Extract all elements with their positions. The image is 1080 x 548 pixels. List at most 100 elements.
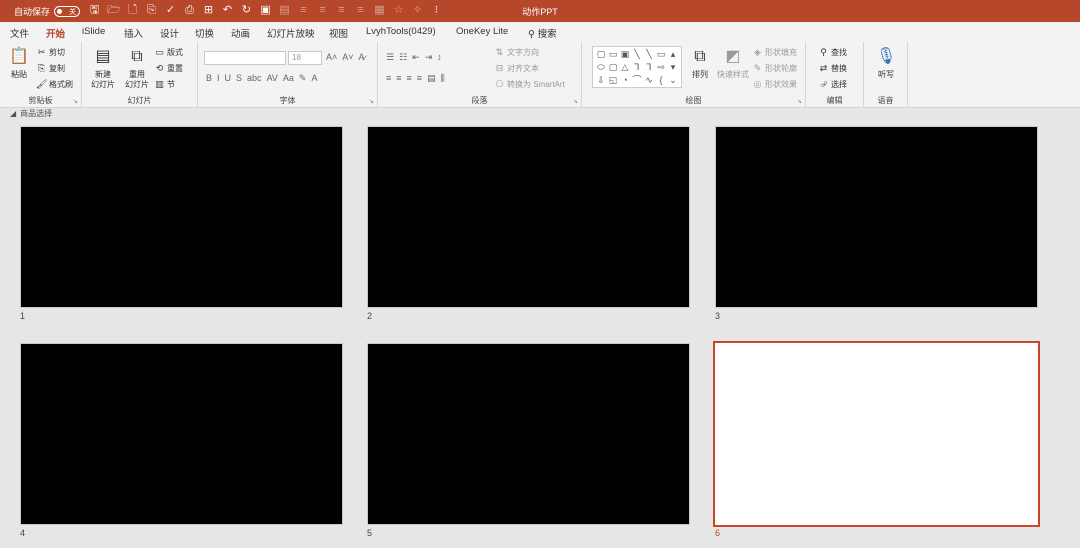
dialog-launcher-icon[interactable]: ↘ (573, 98, 578, 105)
slide-thumbnail-6[interactable] (713, 341, 1040, 527)
paste-button[interactable]: 📋 粘贴 (6, 46, 32, 80)
tab-view[interactable]: 视图 (329, 26, 348, 40)
slide-thumbnail-4[interactable] (20, 343, 343, 525)
dialog-launcher-icon[interactable]: ↘ (73, 98, 78, 105)
new-slide-button[interactable]: ▤ 新建 幻灯片 (88, 46, 118, 90)
line-icon[interactable]: ╲ (643, 48, 655, 61)
bold-button[interactable]: B (206, 73, 212, 84)
layout-icon[interactable]: ▤ (278, 3, 291, 18)
connector-icon[interactable]: ⅂ (631, 61, 643, 74)
slide-thumbnail-3[interactable] (715, 126, 1038, 308)
line-icon[interactable]: ╲ (631, 48, 643, 61)
autosave-toggle[interactable]: 关 (54, 6, 81, 17)
shape-outline-button[interactable]: ✎ 形状轮廓 (752, 63, 797, 74)
font-color-icon[interactable]: A (311, 73, 317, 84)
tab-insert[interactable]: 插入 (124, 26, 143, 40)
brace-icon[interactable]: { (655, 74, 667, 87)
align-text-button[interactable]: ⊟ 对齐文本 (494, 63, 539, 74)
columns-icon[interactable]: ⫼ (441, 73, 445, 84)
distributed-icon[interactable]: ▤ (427, 73, 436, 84)
undo-icon[interactable]: ↶ (221, 3, 234, 18)
tab-onekey[interactable]: OneKey Lite (456, 26, 508, 37)
section-header[interactable]: ◢ 商品选择 (10, 108, 52, 119)
arrow-down-icon[interactable]: ⇩ (595, 74, 607, 87)
highlight-icon[interactable]: ✎ (299, 73, 307, 84)
search-box[interactable]: ⚲ 搜索 (528, 26, 557, 40)
numbering-icon[interactable]: ☷ (399, 52, 407, 63)
align-left-icon[interactable]: ≡ (386, 73, 391, 84)
smartart-button[interactable]: ⎔ 转换为 SmartArt (494, 79, 565, 90)
replace-button[interactable]: ⇄ 替换 (818, 63, 847, 74)
font-family-input[interactable] (204, 51, 286, 65)
tab-transitions[interactable]: 切换 (195, 26, 214, 40)
change-case-button[interactable]: Aa (283, 73, 294, 84)
grow-font-icon[interactable]: A˄ (326, 52, 337, 62)
format-icon[interactable]: ⎘ (145, 3, 158, 18)
justify-icon[interactable]: ≡ (417, 73, 422, 84)
arrange-button[interactable]: ⧉ 排列 (686, 46, 714, 80)
increase-indent-icon[interactable]: ⇥ (425, 52, 433, 63)
quick-styles-button[interactable]: ◩ 快速样式 (716, 46, 750, 80)
align-center-icon[interactable]: ≡ (316, 3, 329, 18)
tab-islide[interactable]: iSlide (82, 26, 105, 37)
shapes-gallery[interactable]: ▢ ▭ ▣ ╲ ╲ ▭ ▴ ⬭ ▢ △ ⅂ ⅂ ⇨ ▾ ⇩ ◱ ◔ ⌒ ∿ { … (592, 46, 682, 88)
text-direction-button[interactable]: ⇅ 文字方向 (494, 47, 539, 58)
dialog-launcher-icon[interactable]: ↘ (369, 98, 374, 105)
copy-button[interactable]: ⎘ 复制 (36, 63, 65, 74)
shadow-button[interactable]: S (236, 73, 242, 84)
dictate-button[interactable]: 🎙 听写 (872, 46, 900, 80)
more-shapes-icon[interactable]: ⌄ (667, 74, 679, 87)
align-center-icon[interactable]: ≡ (396, 73, 401, 84)
reset-button[interactable]: ⟲ 重置 (154, 63, 183, 74)
tab-animations[interactable]: 动画 (231, 26, 250, 40)
open-icon[interactable]: 🗁 (107, 3, 121, 18)
line-spacing-icon[interactable]: ↕ (437, 52, 442, 63)
italic-button[interactable]: I (217, 73, 220, 84)
underline-button[interactable]: U (225, 73, 232, 84)
tab-file[interactable]: 文件 (10, 26, 29, 40)
reuse-slides-button[interactable]: ⧉ 重用 幻灯片 (122, 46, 152, 90)
tab-design[interactable]: 设计 (160, 26, 179, 40)
curve-icon[interactable]: ⌒ (631, 74, 643, 87)
collapse-triangle-icon[interactable]: ◢ (10, 109, 16, 118)
char-spacing-button[interactable]: AV (267, 73, 278, 84)
triangle-icon[interactable]: △ (619, 61, 631, 74)
shape-icon[interactable]: ◱ (607, 74, 619, 87)
save-icon[interactable]: 🖫 (88, 3, 101, 18)
redo-icon[interactable]: ↻ (240, 3, 253, 18)
ellipse-icon[interactable]: ⬭ (595, 61, 607, 74)
scroll-down-icon[interactable]: ▾ (667, 61, 679, 74)
more-icon[interactable]: ⁝ (430, 3, 443, 18)
rounded-rect-icon[interactable]: ▢ (607, 61, 619, 74)
dialog-launcher-icon[interactable]: ↘ (797, 98, 802, 105)
shape-icon[interactable]: ◔ (619, 74, 631, 87)
arrow-right-icon[interactable]: ⇨ (655, 61, 667, 74)
rect-icon[interactable]: ▭ (655, 48, 667, 61)
font-size-input[interactable]: 18 (288, 51, 322, 65)
spell-icon[interactable]: ✓ (164, 3, 177, 18)
distribute-icon[interactable]: ≡ (354, 3, 367, 18)
bullets-icon[interactable]: ☰ (386, 52, 394, 63)
new-icon[interactable]: 🗋 (126, 3, 139, 18)
shape-fill-button[interactable]: ◈ 形状填充 (752, 47, 797, 58)
format-painter-button[interactable]: 🖌 格式刷 (36, 79, 73, 90)
find-button[interactable]: ⚲ 查找 (818, 47, 847, 58)
clear-format-icon[interactable]: A̷ (359, 52, 365, 62)
align-right-icon[interactable]: ≡ (407, 73, 412, 84)
star-icon[interactable]: ☆ (392, 3, 405, 18)
align-right-icon[interactable]: ≡ (335, 3, 348, 18)
start-icon[interactable]: ▣ (259, 3, 272, 18)
scroll-up-icon[interactable]: ▴ (667, 48, 679, 61)
callout-icon[interactable]: ▣ (619, 48, 631, 61)
slide-thumbnail-5[interactable] (367, 343, 690, 525)
tab-home[interactable]: 开始 (46, 26, 66, 44)
textbox-icon[interactable]: ▢ (595, 48, 607, 61)
curve-icon[interactable]: ∿ (643, 74, 655, 87)
select-button[interactable]: ⮰ 选择 (818, 79, 847, 90)
align-left-icon[interactable]: ≡ (297, 3, 310, 18)
cut-button[interactable]: ✂ 剪切 (36, 47, 65, 58)
section-button[interactable]: ▥ 节 (154, 79, 175, 90)
slide-thumbnail-2[interactable] (367, 126, 690, 308)
shape-effects-button[interactable]: ◎ 形状效果 (752, 79, 797, 90)
tab-lvyhtools[interactable]: LvyhTools(0429) (366, 26, 436, 37)
